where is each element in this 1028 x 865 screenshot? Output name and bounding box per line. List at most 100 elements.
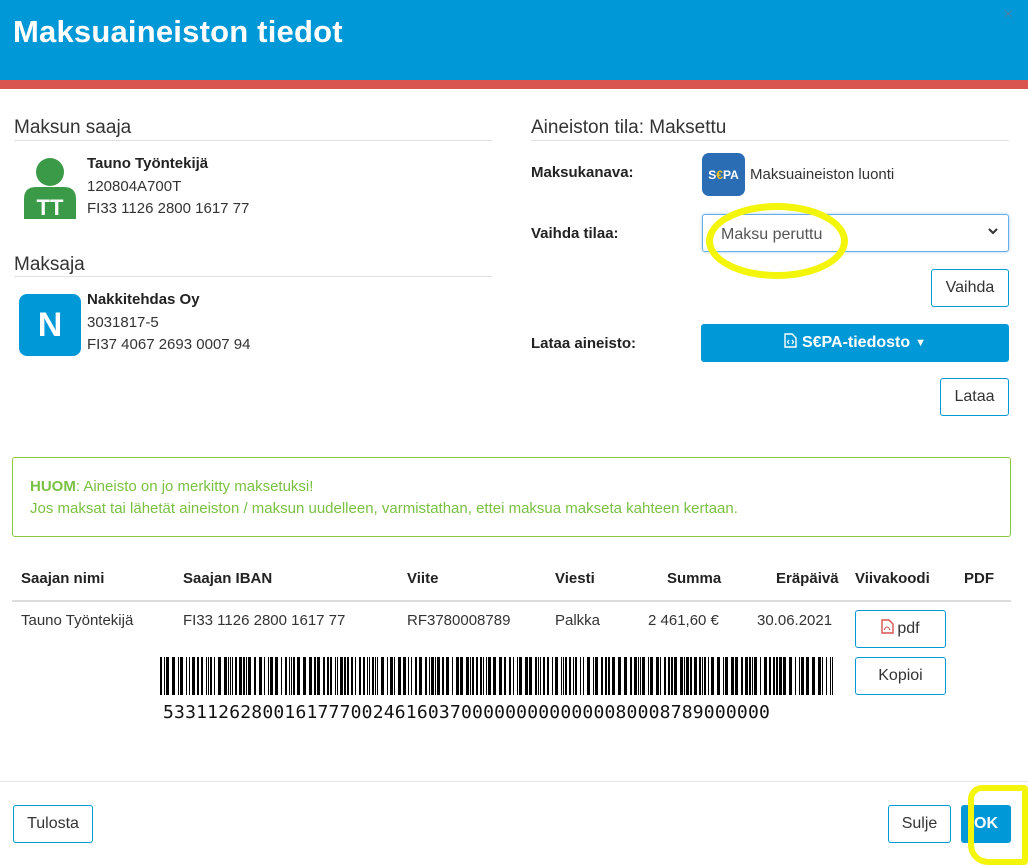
- th-message: Viesti: [555, 570, 595, 587]
- barcode-bar: [472, 657, 474, 695]
- barcode-bar: [415, 657, 417, 695]
- barcode-bar: [517, 657, 518, 695]
- barcode-bar: [180, 657, 183, 695]
- barcode-bar: [686, 657, 689, 695]
- barcode-bar: [335, 657, 336, 695]
- barcode-bar: [711, 657, 714, 695]
- barcode-bar: [297, 657, 300, 695]
- warning-alert: HUOM: Aineisto on jo merkitty maksetuksi…: [12, 457, 1011, 537]
- barcode-bar: [509, 657, 511, 695]
- pdf-button[interactable]: pdf: [855, 610, 946, 648]
- barcode-bar: [741, 657, 743, 695]
- barcode-bar: [355, 657, 356, 695]
- barcode-bar: [664, 657, 666, 695]
- barcode-bar: [351, 657, 353, 695]
- alert-line-1: HUOM: Aineisto on jo merkitty maksetuksi…: [30, 478, 313, 495]
- copy-barcode-button[interactable]: Kopioi: [855, 657, 946, 695]
- barcode-bar: [565, 657, 567, 695]
- th-barcode: Viivakoodi: [855, 570, 930, 587]
- barcode-bar: [239, 657, 242, 695]
- barcode-bar: [435, 657, 436, 695]
- change-status-button[interactable]: Vaihda: [931, 269, 1009, 307]
- barcode-bar: [394, 657, 395, 695]
- payee-name: Tauno Työntekijä: [87, 155, 209, 172]
- barcode-bar: [731, 657, 734, 695]
- barcode-bar: [268, 657, 269, 695]
- highlight-ok-annotation: [968, 785, 1028, 865]
- close-button[interactable]: Sulje: [888, 805, 951, 843]
- sepa-logo-icon: S € PA: [702, 153, 745, 196]
- barcode-bar: [347, 657, 349, 695]
- barcode-bar: [612, 657, 615, 695]
- payee-divider: [14, 140, 492, 141]
- barcode-bar: [228, 657, 229, 695]
- barcode-bar: [769, 657, 771, 695]
- barcode-bar: [525, 657, 528, 695]
- barcode-bar: [642, 657, 645, 695]
- barcode-bar: [186, 657, 187, 695]
- barcode-bar: [543, 657, 545, 695]
- barcode-bar: [264, 657, 265, 695]
- barcode-bar: [377, 657, 378, 695]
- barcode-bar: [745, 657, 748, 695]
- barcode-bar: [363, 657, 365, 695]
- close-icon[interactable]: ×: [1004, 6, 1013, 24]
- barcode-bar: [593, 657, 594, 695]
- barcode-image: [160, 657, 836, 695]
- chevron-down-icon: [986, 224, 1000, 238]
- barcode-bar: [419, 657, 422, 695]
- barcode-bar: [303, 657, 306, 695]
- file-code-icon: [784, 333, 797, 353]
- barcode-bar: [232, 657, 233, 695]
- barcode-bar: [674, 657, 677, 695]
- barcode-bar: [499, 657, 502, 695]
- barcode-bar: [248, 657, 251, 695]
- barcode-bar: [624, 657, 627, 695]
- payer-name: Nakkitehdas Oy: [87, 291, 200, 308]
- barcode-bar: [337, 657, 338, 695]
- print-button[interactable]: Tulosta: [13, 805, 93, 843]
- barcode-bar: [818, 657, 821, 695]
- pdf-file-icon: [881, 619, 895, 639]
- barcode-bar: [760, 657, 761, 695]
- barcode-bar: [476, 657, 478, 695]
- barcode-bar: [789, 657, 792, 695]
- barcode-bar: [587, 657, 590, 695]
- barcode-bar: [197, 657, 199, 695]
- barcode-bar: [166, 657, 169, 695]
- barcode-bar: [291, 657, 292, 695]
- cell-reference: RF3780008789: [407, 612, 511, 629]
- barcode-bar: [411, 657, 412, 695]
- barcode-bar: [764, 657, 767, 695]
- barcode-bar: [752, 657, 753, 695]
- barcode-bar: [403, 657, 406, 695]
- barcode-bar: [535, 657, 537, 695]
- barcode-bar: [630, 657, 632, 695]
- download-button[interactable]: Lataa: [940, 378, 1009, 416]
- barcode-bar: [638, 657, 639, 695]
- barcode-bar: [201, 657, 203, 695]
- barcode-bar: [375, 657, 376, 695]
- barcode-bar: [289, 657, 290, 695]
- barcode-bar: [538, 657, 539, 695]
- status-section-title: Aineiston tila: Maksettu: [531, 117, 727, 138]
- barcode-bar: [192, 657, 195, 695]
- barcode-bar: [270, 657, 273, 695]
- barcode-bar: [580, 657, 581, 695]
- barcode-bar: [618, 657, 621, 695]
- barcode-bar: [806, 657, 809, 695]
- payee-iban: FI33 1126 2800 1617 77: [87, 200, 250, 217]
- th-pdf: PDF: [964, 570, 994, 587]
- payer-id: 3031817-5: [87, 314, 159, 331]
- sepa-file-label: S€PA-tiedosto: [801, 334, 911, 351]
- status-divider: [531, 140, 1009, 141]
- barcode-bar: [488, 657, 491, 695]
- barcode-bar: [230, 657, 231, 695]
- barcode-bar: [513, 657, 514, 695]
- barcode-bar: [224, 657, 227, 695]
- sepa-file-dropdown-button[interactable]: S€PA-tiedosto ▼: [701, 324, 1009, 362]
- barcode-bar: [172, 657, 175, 695]
- barcode-bar: [699, 657, 701, 695]
- barcode-bar: [367, 657, 368, 695]
- barcode-bar: [704, 657, 706, 695]
